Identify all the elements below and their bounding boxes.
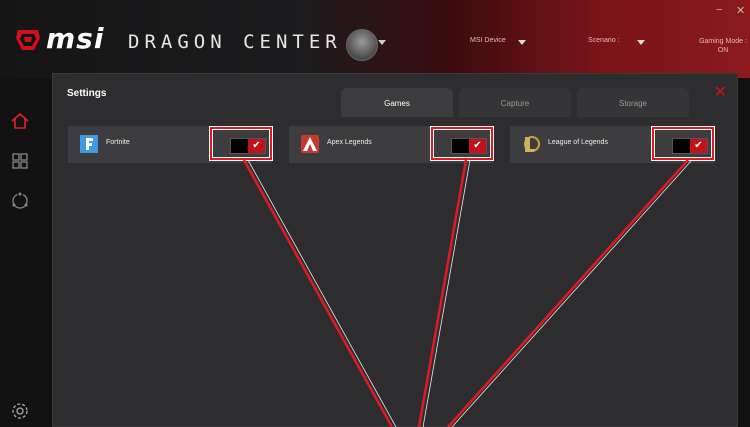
callout-lines (242, 159, 693, 427)
